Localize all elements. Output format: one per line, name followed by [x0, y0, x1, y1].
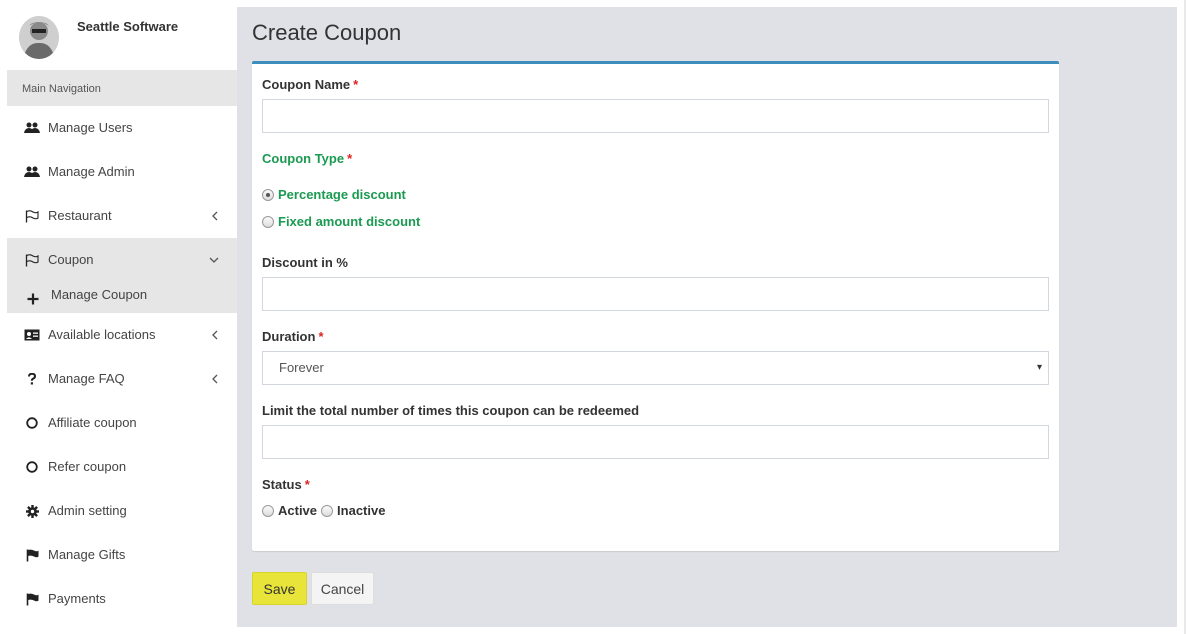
- gear-icon: [24, 489, 40, 533]
- nav-item-affiliate-coupon[interactable]: Affiliate coupon: [7, 401, 237, 445]
- nav-item-manage-users[interactable]: Manage Users: [7, 106, 237, 150]
- main-content: Create Coupon Coupon Name * Coupon Type * …: [237, 7, 1177, 627]
- avatar[interactable]: [19, 16, 59, 59]
- nav-item-label: Manage Gifts: [48, 547, 126, 562]
- nav-item-manage-gifts[interactable]: Manage Gifts: [7, 533, 237, 577]
- chevron-left-icon: [211, 194, 219, 238]
- nav-item-label: Coupon: [48, 252, 94, 267]
- user-name: Seattle Software: [77, 19, 179, 34]
- users-icon: [24, 106, 40, 150]
- discount-label-text: Discount in %: [262, 255, 348, 270]
- flag-icon: [24, 577, 40, 621]
- percentage-discount-label[interactable]: Percentage discount: [278, 187, 406, 202]
- active-label[interactable]: Active: [278, 503, 317, 518]
- nav-item-payments[interactable]: Payments: [7, 577, 237, 621]
- coupon-name-label: Coupon Name *: [262, 77, 358, 92]
- cancel-button[interactable]: Cancel: [311, 572, 374, 605]
- duration-label: Duration *: [262, 329, 324, 344]
- duration-selected-value: Forever: [279, 360, 324, 375]
- nav-item-label: Payments: [48, 591, 106, 606]
- nav-item-coupon[interactable]: Coupon: [7, 238, 237, 282]
- nav-item-label: Refer coupon: [48, 459, 127, 474]
- status-options: Active Inactive: [262, 503, 385, 518]
- coupon-type-label: Coupon Type *: [262, 151, 352, 166]
- nav-item-manage-admin[interactable]: Manage Admin: [7, 150, 237, 194]
- flag-outline-icon: [24, 194, 40, 238]
- nav-item-admin-setting[interactable]: Admin setting: [7, 489, 237, 533]
- limit-label-text: Limit the total number of times this cou…: [262, 403, 640, 418]
- nav-item-label: Affiliate coupon: [48, 415, 137, 430]
- inactive-radio[interactable]: [321, 504, 334, 517]
- status-label-text: Status: [262, 477, 302, 492]
- sidebar: Seattle Software Main Navigation Manage …: [7, 0, 237, 634]
- sub-item-label: Manage Coupon: [51, 287, 148, 302]
- user-panel: Seattle Software: [7, 0, 237, 70]
- discount-label: Discount in %: [262, 255, 348, 270]
- sub-item-manage-coupon[interactable]: Manage Coupon: [7, 282, 237, 313]
- discount-input[interactable]: [262, 277, 1049, 311]
- radio-option-fixed[interactable]: Fixed amount discount: [262, 214, 420, 229]
- required-marker: *: [347, 151, 353, 166]
- nav-item-refer-coupon[interactable]: Refer coupon: [7, 445, 237, 489]
- fixed-amount-discount-label[interactable]: Fixed amount discount: [278, 214, 420, 229]
- required-marker: *: [353, 77, 359, 92]
- circle-icon: [24, 445, 40, 489]
- limit-input[interactable]: [262, 425, 1049, 459]
- caret-down-icon: ▾: [1036, 362, 1042, 373]
- limit-label: Limit the total number of times this cou…: [262, 403, 639, 418]
- plus-icon: [27, 288, 39, 305]
- save-button[interactable]: Save: [252, 572, 307, 605]
- nav-item-label: Admin setting: [48, 503, 127, 518]
- nav-item-label: Manage Admin: [48, 164, 135, 179]
- chevron-left-icon: [211, 313, 219, 357]
- coupon-name-label-text: Coupon Name: [262, 77, 351, 92]
- flag-icon: [24, 533, 40, 577]
- chevron-down-icon: [209, 238, 219, 282]
- inactive-label[interactable]: Inactive: [337, 503, 385, 518]
- question-icon: [24, 357, 40, 401]
- nav-header: Main Navigation: [7, 70, 237, 106]
- nav-item-manage-faq[interactable]: Manage FAQ: [7, 357, 237, 401]
- nav-item-label: Manage Users: [48, 120, 133, 135]
- nav-item-available-locations[interactable]: Available locations: [7, 313, 237, 357]
- page-title: Create Coupon: [252, 20, 402, 45]
- flag-outline-icon: [24, 238, 40, 282]
- coupon-form-box: Coupon Name * Coupon Type * Percentage dis…: [252, 61, 1059, 551]
- nav-item-label: Manage FAQ: [48, 371, 125, 386]
- chevron-left-icon: [211, 357, 219, 401]
- nav-item-restaurant[interactable]: Restaurant: [7, 194, 237, 238]
- required-marker: *: [304, 477, 310, 492]
- circle-icon: [24, 401, 40, 445]
- radio-option-percentage[interactable]: Percentage discount: [262, 187, 406, 202]
- active-radio[interactable]: [262, 504, 274, 517]
- nav-item-label: Restaurant: [48, 208, 112, 223]
- percentage-discount-radio[interactable]: [262, 188, 274, 201]
- coupon-type-label-text: Coupon Type: [262, 151, 345, 166]
- fixed-amount-discount-radio[interactable]: [262, 215, 274, 228]
- nav-item-label: Available locations: [48, 327, 156, 342]
- id-card-icon: [24, 313, 40, 357]
- status-label: Status *: [262, 477, 310, 492]
- duration-select[interactable]: Forever ▾: [262, 351, 1049, 385]
- coupon-name-input[interactable]: [262, 99, 1049, 133]
- required-marker: *: [318, 329, 324, 344]
- duration-label-text: Duration: [262, 329, 316, 344]
- users-icon: [24, 150, 40, 194]
